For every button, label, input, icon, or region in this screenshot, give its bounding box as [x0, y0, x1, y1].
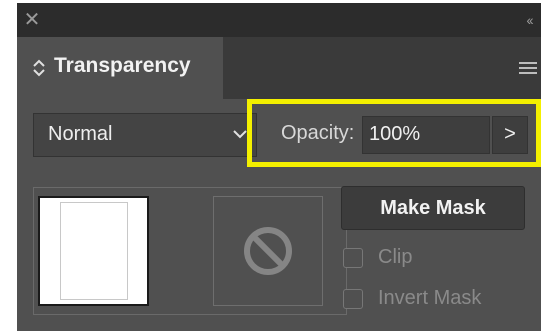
invert-mask-label: Invert Mask — [378, 287, 482, 309]
collapse-icon[interactable]: ‹‹ — [519, 10, 539, 30]
panel-titlebar: ✕ ‹‹ — [17, 3, 541, 37]
blend-mode-dropdown[interactable]: Normal — [33, 113, 257, 157]
chevron-down-icon — [233, 130, 247, 139]
updown-arrows-icon — [33, 59, 45, 77]
clip-label: Clip — [378, 246, 413, 268]
make-mask-button[interactable]: Make Mask — [341, 186, 525, 230]
artwork-thumbnail[interactable] — [38, 196, 149, 306]
mask-thumbnail[interactable] — [213, 196, 323, 306]
opacity-highlight-box — [247, 99, 541, 167]
hamburger-menu-icon[interactable] — [519, 61, 537, 75]
transparency-panel: ✕ ‹‹ Transparency Normal Opacity: 100% > — [17, 3, 541, 331]
tab-label: Transparency — [54, 54, 191, 77]
blend-mode-value: Normal — [48, 123, 113, 145]
no-mask-icon — [244, 227, 292, 275]
clip-checkbox[interactable] — [343, 248, 363, 268]
artwork-page-outline — [60, 202, 128, 300]
tab-transparency[interactable]: Transparency — [17, 37, 223, 99]
invert-mask-checkbox[interactable] — [343, 289, 363, 309]
panel-tabstrip: Transparency — [17, 37, 541, 99]
close-icon[interactable]: ✕ — [21, 9, 43, 31]
